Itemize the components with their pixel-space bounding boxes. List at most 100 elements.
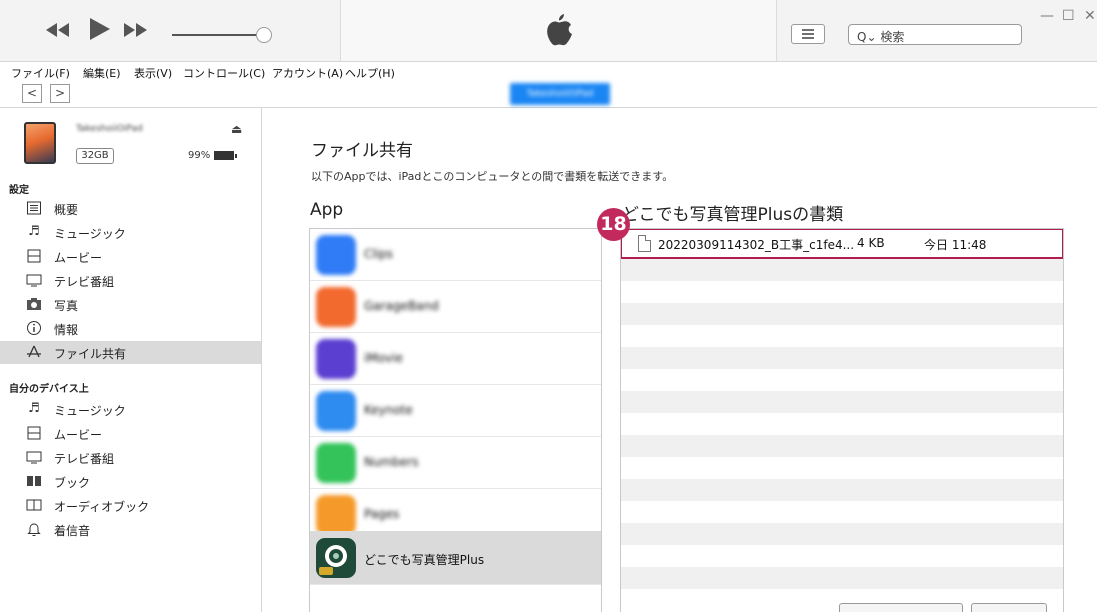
delete-button[interactable] xyxy=(971,603,1047,612)
menu-help[interactable]: ヘルプ(H) xyxy=(345,65,395,81)
menu-view[interactable]: 表示(V) xyxy=(134,65,172,81)
back-button[interactable]: < xyxy=(22,84,42,103)
document-date: 今日 11:48 xyxy=(924,238,987,252)
document-row[interactable]: 20220309114302_B工事_c1fe4... 4 KB 今日 11:4… xyxy=(621,229,1063,259)
film-icon xyxy=(26,425,42,441)
search-placeholder: 検索 xyxy=(880,30,905,44)
sidebar-item-file-sharing[interactable]: ファイル共有 xyxy=(0,341,261,364)
app-name: Numbers xyxy=(364,455,419,469)
page-title: ファイル共有 xyxy=(311,141,413,161)
search-icon: Q⌄ xyxy=(857,30,877,44)
app-store-icon xyxy=(26,344,42,360)
app-name: Keynote xyxy=(364,403,413,417)
navigation-bar: < > TakeshoiiOiPad xyxy=(0,82,1097,108)
capacity-badge: 32GB xyxy=(76,148,114,164)
menu-controls[interactable]: コントロール(C) xyxy=(183,65,265,81)
sidebar-item-label: 写真 xyxy=(54,299,79,313)
row-stripe xyxy=(621,523,1063,545)
save-to-button[interactable] xyxy=(839,603,963,612)
clips-app-icon xyxy=(316,235,356,275)
sidebar: TakeshoiiOiPad ⏏ 32GB 99% 設定 概要 ♬ ミュージック… xyxy=(0,108,262,612)
status-display xyxy=(340,0,777,61)
eject-icon[interactable]: ⏏ xyxy=(231,122,242,136)
app-row-numbers[interactable]: Numbers xyxy=(310,437,601,489)
sidebar-item-label: ファイル共有 xyxy=(54,347,127,361)
keynote-app-icon xyxy=(316,391,356,431)
music-note-icon: ♬ xyxy=(28,224,40,239)
music-note-icon: ♬ xyxy=(28,401,40,416)
sidebar-item-device-movies[interactable]: ムービー xyxy=(0,422,261,445)
row-stripe xyxy=(621,303,1063,325)
app-row-imovie[interactable]: iMovie xyxy=(310,333,601,385)
page-description: 以下のAppでは、iPadとこのコンピュータとの間で書類を転送できます。 xyxy=(311,170,674,183)
sidebar-item-label: ムービー xyxy=(54,428,103,442)
row-stripe xyxy=(621,435,1063,457)
menu-bar: ファイル(F) 編集(E) 表示(V) コントロール(C) アカウント(A) ヘ… xyxy=(0,62,1097,82)
sidebar-item-label: オーディオブック xyxy=(54,500,150,514)
audiobook-icon xyxy=(26,497,42,513)
sidebar-item-info[interactable]: 情報 xyxy=(0,317,261,340)
sidebar-item-device-music[interactable]: ♬ ミュージック xyxy=(0,398,261,421)
app-row-dokodemo-photo[interactable]: どこでも写真管理Plus xyxy=(310,531,601,585)
info-icon xyxy=(26,320,42,336)
apps-heading: App xyxy=(310,200,344,220)
app-name: Pages xyxy=(364,507,400,521)
volume-slider[interactable] xyxy=(172,34,264,36)
documents-heading: どこでも写真管理Plusの書類 xyxy=(622,205,844,225)
app-row-keynote[interactable]: Keynote xyxy=(310,385,601,437)
sidebar-item-music[interactable]: ♬ ミュージック xyxy=(0,221,261,244)
row-stripe xyxy=(621,391,1063,413)
tv-icon xyxy=(26,449,42,465)
step-badge: 18 xyxy=(597,208,630,241)
settings-heading: 設定 xyxy=(9,185,29,196)
menu-edit[interactable]: 編集(E) xyxy=(83,65,121,81)
device-button[interactable]: TakeshoiiOiPad xyxy=(510,83,610,105)
film-icon xyxy=(26,248,42,264)
sidebar-item-summary[interactable]: 概要 xyxy=(0,197,261,220)
menu-account[interactable]: アカウント(A) xyxy=(272,65,343,81)
dokodemo-app-icon xyxy=(316,538,356,578)
garageband-app-icon xyxy=(316,287,356,327)
sidebar-item-photos[interactable]: 写真 xyxy=(0,293,261,316)
document-size: 4 KB xyxy=(857,236,885,250)
minimize-icon[interactable]: — xyxy=(1040,8,1054,24)
sidebar-item-movies[interactable]: ムービー xyxy=(0,245,261,268)
app-row-clips[interactable]: Clips xyxy=(310,229,601,281)
row-stripe xyxy=(621,567,1063,589)
sidebar-item-device-tv[interactable]: テレビ番組 xyxy=(0,446,261,469)
sidebar-item-device-books[interactable]: ブック xyxy=(0,470,261,493)
app-name: GarageBand xyxy=(364,299,439,313)
summary-icon xyxy=(26,200,42,216)
device-name: TakeshoiiOiPad xyxy=(76,124,143,134)
bell-icon xyxy=(26,521,42,537)
documents-list: 20220309114302_B工事_c1fe4... 4 KB 今日 11:4… xyxy=(620,228,1064,612)
menu-file[interactable]: ファイル(F) xyxy=(11,65,70,81)
sidebar-item-device-tones[interactable]: 着信音 xyxy=(0,518,261,541)
search-input[interactable]: Q⌄ 検索 xyxy=(848,24,1022,45)
battery-icon xyxy=(214,151,237,160)
maximize-icon[interactable]: ☐ xyxy=(1062,8,1075,24)
list-view-button[interactable] xyxy=(791,24,825,44)
apple-logo xyxy=(545,14,573,50)
play-icon[interactable] xyxy=(90,18,110,44)
player-toolbar: Q⌄ 検索 — ☐ ✕ xyxy=(0,0,1097,62)
book-icon xyxy=(26,473,42,489)
volume-knob[interactable] xyxy=(256,27,272,43)
sidebar-item-label: 概要 xyxy=(54,203,79,217)
battery-percent: 99% xyxy=(188,150,211,161)
close-icon[interactable]: ✕ xyxy=(1084,8,1096,24)
fast-forward-icon[interactable] xyxy=(124,22,148,41)
app-row-garageband[interactable]: GarageBand xyxy=(310,281,601,333)
sidebar-item-label: 着信音 xyxy=(54,524,91,538)
sidebar-item-device-audiobooks[interactable]: オーディオブック xyxy=(0,494,261,517)
sidebar-item-label: テレビ番組 xyxy=(54,452,115,466)
my-device-heading: 自分のデバイス上 xyxy=(9,384,89,395)
sidebar-item-tv[interactable]: テレビ番組 xyxy=(0,269,261,292)
rewind-icon[interactable] xyxy=(46,22,70,41)
ipad-thumbnail xyxy=(24,122,56,164)
row-stripe xyxy=(621,479,1063,501)
pages-app-icon xyxy=(316,495,356,535)
sidebar-item-label: ミュージック xyxy=(54,227,126,241)
sidebar-item-label: ミュージック xyxy=(54,404,126,418)
forward-button[interactable]: > xyxy=(50,84,70,103)
